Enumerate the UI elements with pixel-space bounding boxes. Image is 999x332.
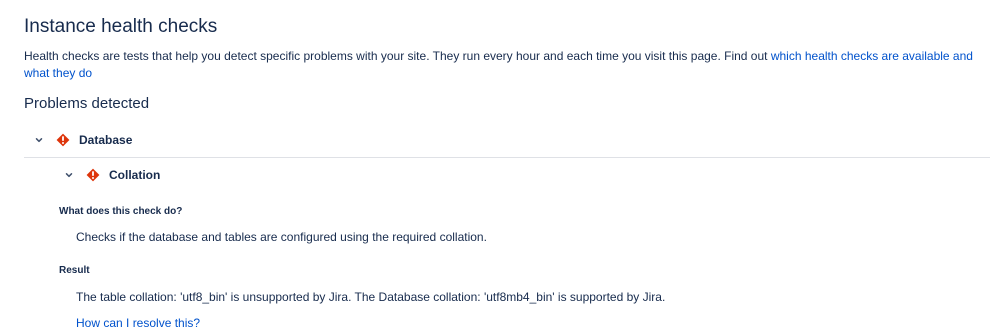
chevron-down-icon[interactable] — [32, 133, 46, 147]
result-label: Result — [59, 265, 90, 276]
problems-heading: Problems detected — [24, 95, 150, 112]
divider — [24, 157, 990, 158]
intro-paragraph: Health checks are tests that help you de… — [24, 48, 999, 82]
resolve-link[interactable]: How can I resolve this? — [76, 315, 200, 331]
check-label: Collation — [109, 168, 161, 182]
result-text: The table collation: 'utf8_bin' is unsup… — [76, 290, 666, 304]
error-icon — [56, 133, 70, 147]
category-database-row[interactable]: Database — [32, 130, 132, 150]
category-label: Database — [79, 133, 133, 147]
chevron-down-icon[interactable] — [62, 168, 76, 182]
page-title: Instance health checks — [24, 16, 218, 37]
intro-text: Health checks are tests that help you de… — [24, 49, 771, 63]
check-collation-row[interactable]: Collation — [62, 165, 160, 185]
what-check-does-label: What does this check do? — [59, 206, 183, 217]
what-check-does-text: Checks if the database and tables are co… — [76, 230, 487, 244]
error-icon — [86, 168, 100, 182]
